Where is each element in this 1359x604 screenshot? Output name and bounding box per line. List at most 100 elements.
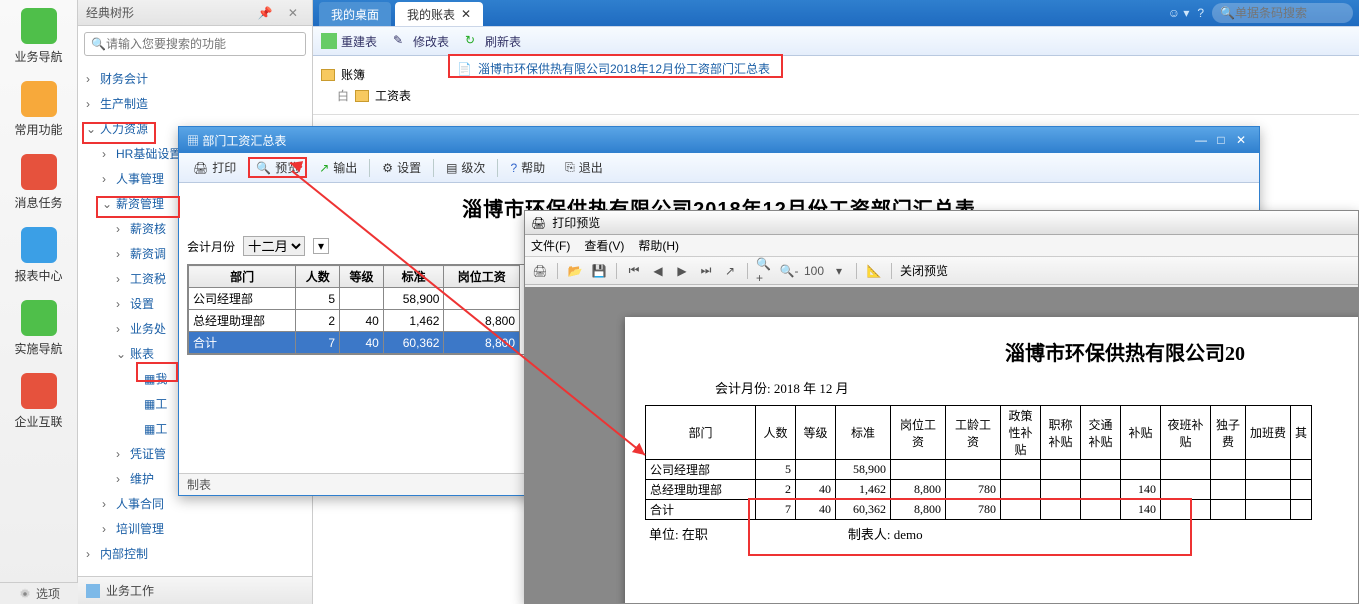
tree-label: 财务会计 [100, 70, 148, 87]
printer-icon: 🖨 [193, 161, 208, 175]
col-header[interactable]: 岗位工资 [444, 266, 520, 288]
window-title-bar[interactable]: ▦ 部门工资汇总表 —□✕ [179, 127, 1259, 153]
page-heading: 淄博市环保供热有限公司20 [1005, 337, 1358, 366]
barcode-search-input[interactable] [1235, 6, 1345, 20]
preview-button[interactable]: 🔍预览 [248, 157, 307, 178]
tree-item[interactable]: ›内部控制 [78, 541, 312, 566]
prev-page-icon[interactable]: ◀ [649, 262, 667, 280]
col-header[interactable]: 标准 [383, 266, 444, 288]
chevron-icon: › [102, 522, 112, 536]
barcode-search[interactable]: 🔍 [1212, 3, 1353, 23]
settings-button[interactable]: ⚙设置 [374, 157, 429, 178]
refresh-icon: ↻ [465, 33, 481, 49]
tree-label: 培训管理 [116, 520, 164, 537]
minimize-button[interactable]: — [1191, 133, 1211, 147]
col-header: 独子费 [1211, 406, 1246, 460]
printer-icon: 🖨 [531, 216, 546, 230]
tab[interactable]: 我的账表 ✕ [395, 2, 483, 26]
table-row: 合计74060,3628,800780140 [646, 500, 1312, 520]
exit-button[interactable]: ⎘退出 [557, 157, 611, 178]
tree-footer-label: 业务工作 [106, 582, 154, 599]
sidebar-label: 业务导航 [14, 48, 62, 65]
top-tabs: 我的桌面我的账表 ✕ ☺ ▾ ? 🔍 [313, 0, 1359, 26]
maximize-button[interactable]: □ [1211, 133, 1231, 147]
sidebar-icon [21, 8, 57, 44]
tree-footer[interactable]: 业务工作 [78, 576, 312, 604]
chevron-icon: ⌄ [116, 347, 126, 361]
zoom-dropdown-icon[interactable]: ▾ [830, 262, 848, 280]
tab[interactable]: 我的桌面 [319, 2, 391, 26]
preview-title-bar[interactable]: 🖨 打印预览 [525, 211, 1358, 235]
folder-sub[interactable]: 白工资表 [321, 85, 1351, 106]
preview-canvas[interactable]: 淄博市环保供热有限公司20 会计月份: 2018 年 12 月 部门人数等级标准… [525, 287, 1358, 603]
table-row[interactable]: 公司经理部558,900 [189, 288, 520, 310]
tree-label: HR基础设置 [116, 145, 181, 162]
refresh-button[interactable]: ↻刷新表 [465, 33, 521, 50]
tree-search[interactable]: 🔍 [84, 32, 306, 56]
tree-label: 业务处 [130, 320, 166, 337]
zoom-value[interactable]: 100 [804, 262, 824, 280]
tree-label: 薪资调 [130, 245, 166, 262]
export-button[interactable]: ↗输出 [311, 157, 365, 178]
tree-item[interactable]: ›生产制造 [78, 91, 312, 116]
table-row: 总经理助理部2401,4628,800780140 [646, 480, 1312, 500]
menu-help[interactable]: 帮助(H) [638, 237, 679, 254]
sidebar-item[interactable]: 企业互联 [0, 365, 77, 438]
sidebar-item[interactable]: 业务导航 [0, 0, 77, 73]
user-icon[interactable]: ☺ ▾ [1168, 6, 1190, 20]
zoom-in-icon[interactable]: 🔍+ [756, 262, 774, 280]
table-row[interactable]: 总经理助理部2401,4628,800 [189, 310, 520, 332]
tree-search-input[interactable] [106, 37, 299, 51]
pin-close-icons[interactable]: 📌 ✕ [258, 6, 304, 20]
last-page-icon[interactable]: ⏭ [697, 262, 715, 280]
sidebar-item[interactable]: 实施导航 [0, 292, 77, 365]
total-row: 合计74060,3628,800 [189, 332, 520, 354]
col-header: 部门 [646, 406, 756, 460]
options-button[interactable]: 选项 [0, 582, 78, 604]
save-icon[interactable]: 💾 [590, 262, 608, 280]
col-header[interactable]: 等级 [340, 266, 384, 288]
page-footer: 单位: 在职 制表人: demo [645, 520, 1358, 543]
month-select[interactable]: 十二月 [243, 236, 305, 256]
help-icon[interactable]: ? [1197, 6, 1204, 20]
preview-icon: 🔍 [256, 161, 271, 175]
col-header[interactable]: 部门 [189, 266, 296, 288]
sidebar-label: 消息任务 [14, 194, 62, 211]
chevron-icon: › [102, 497, 112, 511]
close-preview-button[interactable]: 关闭预览 [900, 262, 948, 279]
sidebar-item[interactable]: 消息任务 [0, 146, 77, 219]
ruler-icon[interactable]: 📐 [865, 262, 883, 280]
preview-menu: 文件(F) 查看(V) 帮助(H) [525, 235, 1358, 257]
print-icon[interactable]: 🖨 [531, 262, 549, 280]
menu-file[interactable]: 文件(F) [531, 237, 570, 254]
close-icon[interactable]: ✕ [461, 7, 471, 21]
col-header: 工龄工资 [946, 406, 1001, 460]
goto-page-icon[interactable]: ↗ [721, 262, 739, 280]
open-icon[interactable]: 📂 [566, 262, 584, 280]
zoom-out-icon[interactable]: 🔍- [780, 262, 798, 280]
sidebar-label: 实施导航 [14, 340, 62, 357]
sidebar-item[interactable]: 报表中心 [0, 219, 77, 292]
preview-page: 淄博市环保供热有限公司20 会计月份: 2018 年 12 月 部门人数等级标准… [625, 317, 1358, 603]
print-button[interactable]: 🖨打印 [185, 157, 244, 178]
dropdown-extra[interactable]: ▾ [313, 238, 329, 254]
first-page-icon[interactable]: ⏮ [625, 262, 643, 280]
sidebar-item[interactable]: 常用功能 [0, 73, 77, 146]
menu-view[interactable]: 查看(V) [584, 237, 624, 254]
col-header[interactable]: 人数 [296, 266, 340, 288]
doc-icon: ▦ [144, 422, 155, 436]
modify-button[interactable]: ✎修改表 [393, 33, 449, 50]
next-page-icon[interactable]: ▶ [673, 262, 691, 280]
col-header: 岗位工资 [891, 406, 946, 460]
level-button[interactable]: ▤级次 [438, 157, 493, 178]
tree-label: 人事合同 [116, 495, 164, 512]
tree-item[interactable]: ›财务会计 [78, 66, 312, 91]
close-button[interactable]: ✕ [1231, 133, 1251, 147]
sidebar-icon [21, 154, 57, 190]
folder-icon [355, 90, 369, 102]
col-header: 交通补贴 [1081, 406, 1121, 460]
rebuild-button[interactable]: 重建表 [321, 33, 377, 50]
help-button[interactable]: ?帮助 [502, 157, 553, 178]
tree-header: 经典树形 📌 ✕ [78, 0, 312, 26]
tree-item[interactable]: › 培训管理 [78, 516, 312, 541]
